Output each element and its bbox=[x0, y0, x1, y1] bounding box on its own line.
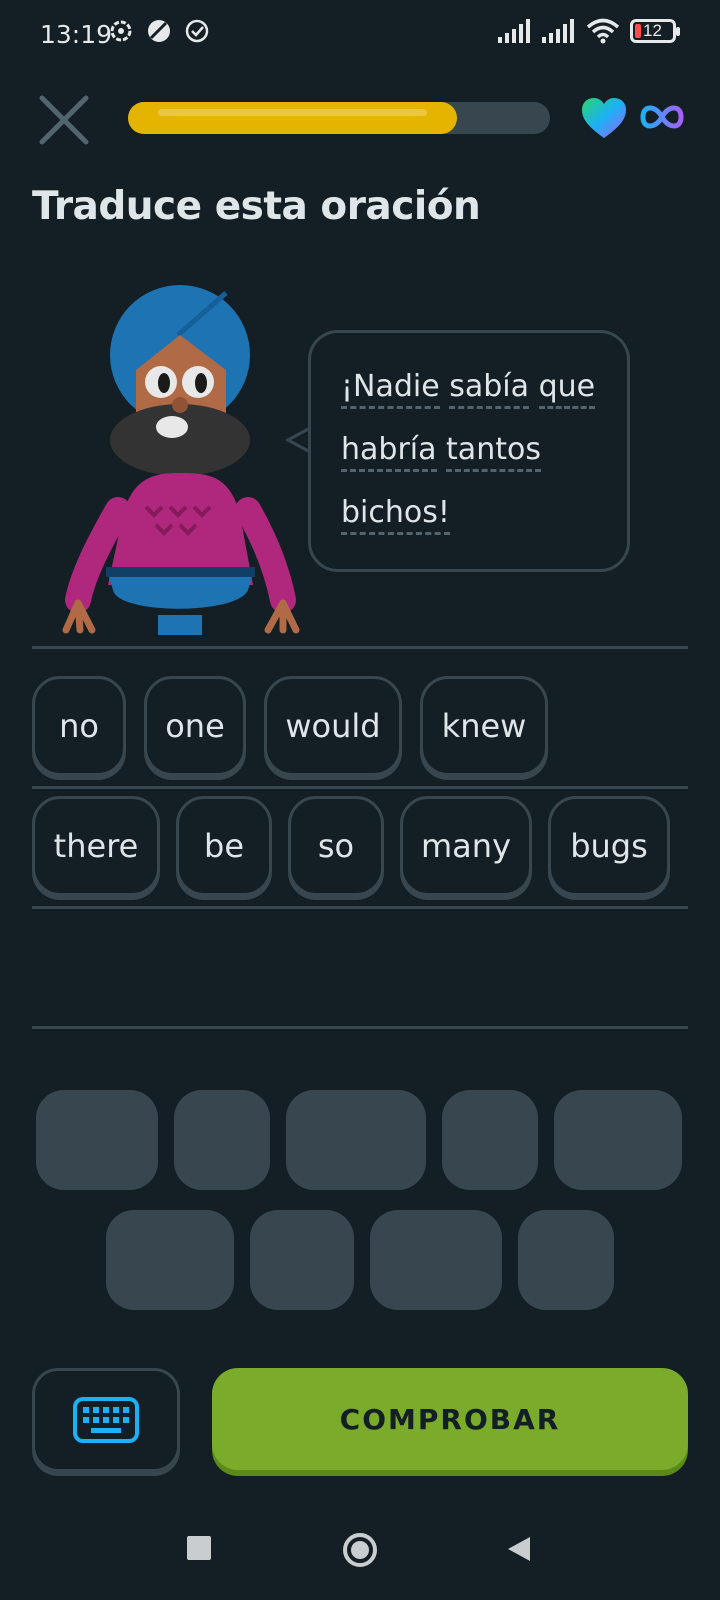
sentence-word[interactable]: ¡Nadie bbox=[341, 369, 440, 409]
word-bank-slot bbox=[36, 1090, 158, 1190]
source-sentence: ¡Nadie sabía que habría tantos bichos! bbox=[341, 355, 605, 544]
sentence-word[interactable]: tantos bbox=[446, 432, 541, 472]
back-icon[interactable] bbox=[506, 1535, 532, 1563]
battery-percent: 12 bbox=[643, 21, 662, 40]
signal-icon bbox=[498, 19, 530, 43]
settings-sync-icon bbox=[110, 20, 132, 42]
word-bank-slot bbox=[518, 1210, 614, 1310]
status-icons-right: 12 bbox=[498, 18, 680, 44]
answer-line bbox=[32, 1026, 688, 1029]
sentence-word[interactable]: que bbox=[538, 369, 596, 409]
page-title: Traduce esta oración bbox=[32, 184, 481, 229]
wifi-icon bbox=[586, 18, 620, 44]
word-bank-slot bbox=[174, 1090, 270, 1190]
close-icon[interactable] bbox=[34, 90, 94, 150]
keyboard-icon bbox=[73, 1397, 139, 1443]
answer-chip[interactable]: be bbox=[176, 796, 272, 896]
status-time: 13:19 bbox=[40, 20, 113, 49]
character-illustration bbox=[62, 285, 300, 635]
word-bank-slot bbox=[442, 1090, 538, 1190]
recents-icon[interactable] bbox=[186, 1535, 212, 1561]
answer-chip[interactable]: so bbox=[288, 796, 384, 896]
sentence-line: habría tantos bbox=[341, 418, 605, 481]
answer-chip[interactable]: there bbox=[32, 796, 160, 896]
home-icon[interactable] bbox=[342, 1532, 378, 1568]
battery-level bbox=[635, 24, 641, 38]
answer-chip[interactable]: one bbox=[144, 676, 246, 776]
answer-chip[interactable]: would bbox=[264, 676, 402, 776]
answer-line bbox=[32, 906, 688, 909]
keyboard-toggle-button[interactable] bbox=[32, 1368, 180, 1472]
check-button[interactable]: COMPROBAR bbox=[212, 1368, 688, 1470]
sentence-word[interactable]: bichos! bbox=[341, 495, 450, 535]
answer-chip[interactable]: bugs bbox=[548, 796, 670, 896]
answer-line bbox=[32, 786, 688, 789]
speech-bubble: ¡Nadie sabía que habría tantos bichos! bbox=[308, 330, 630, 572]
sentence-word[interactable]: sabía bbox=[449, 369, 530, 409]
sentence-line: bichos! bbox=[341, 481, 605, 544]
word-bank-slot bbox=[554, 1090, 682, 1190]
signal-icon bbox=[542, 19, 574, 43]
lesson-screen: 13:19 12 Traduce esta oración ¡Nadie sab… bbox=[0, 0, 720, 1600]
sentence-line: ¡Nadie sabía que bbox=[341, 355, 605, 418]
word-bank-slot bbox=[106, 1210, 234, 1310]
answer-chip[interactable]: no bbox=[32, 676, 126, 776]
battery-icon: 12 bbox=[630, 19, 680, 43]
check-circle-icon bbox=[185, 19, 209, 43]
word-bank-slot bbox=[370, 1210, 502, 1310]
answer-chip[interactable]: many bbox=[400, 796, 532, 896]
word-bank-slot bbox=[250, 1210, 354, 1310]
progress-shine bbox=[158, 109, 428, 116]
answer-chip[interactable]: knew bbox=[420, 676, 548, 776]
moon-icon bbox=[148, 20, 170, 42]
answer-line bbox=[32, 646, 688, 649]
progress-bar bbox=[128, 102, 550, 134]
infinity-icon bbox=[640, 105, 684, 129]
sentence-word[interactable]: habría bbox=[341, 432, 437, 472]
word-bank-slot bbox=[286, 1090, 426, 1190]
heart-icon[interactable] bbox=[580, 96, 628, 140]
progress-fill bbox=[128, 102, 458, 134]
status-icons-left bbox=[108, 18, 210, 44]
